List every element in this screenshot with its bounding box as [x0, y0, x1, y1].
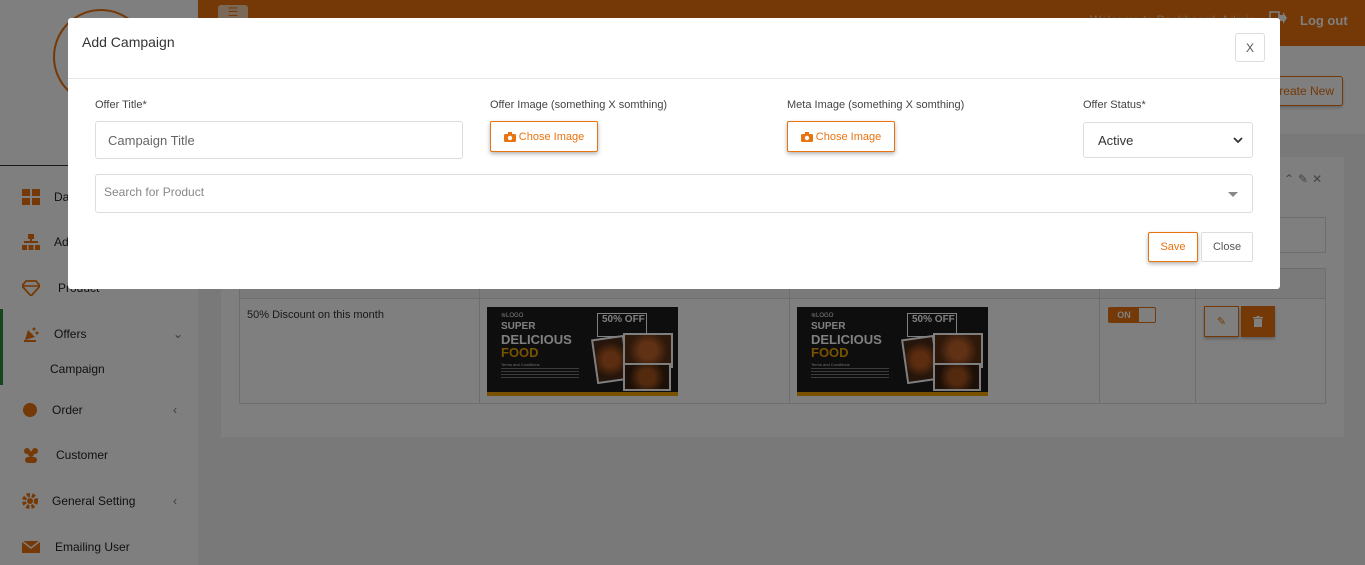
offer-image-upload-button[interactable]: Chose Image: [490, 121, 598, 152]
save-button[interactable]: Save: [1148, 232, 1198, 262]
meta-image-label: Meta Image (something X somthing): [787, 99, 965, 111]
meta-image-upload-label: Chose Image: [815, 130, 882, 143]
modal-title: Add Campaign: [82, 34, 175, 50]
offer-title-label: Offer Title*: [95, 99, 147, 111]
offer-image-upload-label: Chose Image: [518, 130, 585, 143]
product-search-placeholder: Search for Product: [104, 185, 205, 199]
offer-status-select[interactable]: Active: [1083, 122, 1253, 158]
modal-close-x-button[interactable]: X: [1235, 33, 1265, 62]
meta-image-upload-button[interactable]: Chose Image: [787, 121, 895, 152]
modal-header: Add Campaign X: [68, 18, 1280, 79]
product-search-select[interactable]: Search for Product: [95, 174, 1253, 213]
offer-title-input[interactable]: [95, 121, 463, 159]
camera-icon: [800, 131, 813, 142]
offer-image-label: Offer Image (something X somthing): [490, 99, 668, 111]
offer-status-value: Active: [1098, 132, 1134, 148]
dropdown-arrow-icon: [1228, 192, 1238, 197]
close-button[interactable]: Close: [1201, 232, 1253, 262]
offer-status-label: Offer Status*: [1083, 99, 1146, 111]
camera-icon: [503, 131, 516, 142]
chevron-down-icon: [1233, 137, 1243, 144]
add-campaign-modal: Add Campaign X Offer Title* Offer Image …: [68, 18, 1280, 289]
